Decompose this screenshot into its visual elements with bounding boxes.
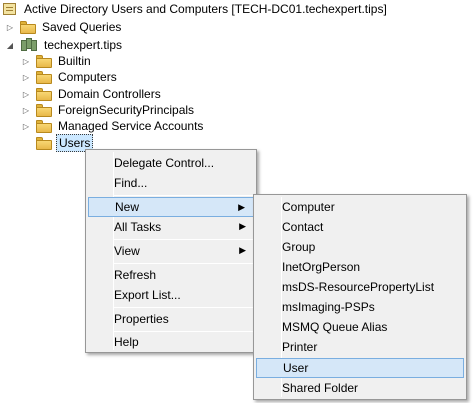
menu-separator (114, 239, 254, 240)
menu-item-msmq-queue-alias[interactable]: MSMQ Queue Alias (256, 317, 464, 337)
tree-item-label: Saved Queries (42, 20, 122, 34)
tree-item-label: Domain Controllers (58, 87, 161, 101)
expand-arrow-icon[interactable]: ▷ (6, 22, 14, 32)
expand-arrow-icon[interactable]: ▷ (22, 121, 30, 131)
aduc-icon (2, 2, 18, 16)
menu-item-computer[interactable]: Computer (256, 197, 464, 217)
menu-item-help[interactable]: Help (88, 332, 254, 352)
tree-item-label: Builtin (58, 54, 91, 68)
tree-item-label: Computers (58, 70, 117, 84)
chevron-right-icon: ▶ (239, 221, 246, 231)
expand-arrow-icon[interactable]: ▷ (22, 72, 30, 82)
folder-icon (36, 103, 52, 117)
menu-separator (114, 263, 254, 264)
menu-item-contact[interactable]: Contact (256, 217, 464, 237)
menu-item-new[interactable]: New ▶ (88, 197, 254, 217)
menu-item-shared-folder[interactable]: Shared Folder (256, 378, 464, 398)
menu-item-inetorgperson[interactable]: InetOrgPerson (256, 257, 464, 277)
folder-icon (36, 87, 52, 101)
menu-item-export-list[interactable]: Export List... (88, 285, 254, 305)
menu-item-label: All Tasks (114, 220, 162, 234)
menu-item-find[interactable]: Find... (88, 173, 254, 193)
tree-item-label: Managed Service Accounts (58, 119, 204, 133)
tree-item-managed-service-accounts[interactable]: ▷ Managed Service Accounts (22, 117, 205, 135)
expand-arrow-icon[interactable]: ▷ (22, 89, 30, 99)
menu-item-msds-resourcepropertylist[interactable]: msDS-ResourcePropertyList (256, 277, 464, 297)
menu-item-msimaging-psps[interactable]: msImaging-PSPs (256, 297, 464, 317)
menu-item-label: New (115, 200, 140, 214)
context-menu: Delegate Control... Find... New ▶ All Ta… (85, 149, 257, 353)
menu-item-delegate-control[interactable]: Delegate Control... (88, 153, 254, 173)
tree-item-label: ForeignSecurityPrincipals (58, 103, 195, 117)
menu-item-printer[interactable]: Printer (256, 337, 464, 357)
domain-icon (20, 38, 38, 52)
expand-arrow-icon[interactable]: ▷ (22, 56, 30, 66)
expand-arrow-icon[interactable]: ▷ (22, 105, 30, 115)
tree-item-computers[interactable]: ▷ Computers (22, 68, 119, 86)
folder-icon (36, 119, 52, 133)
menu-item-all-tasks[interactable]: All Tasks ▶ (88, 217, 254, 237)
tree-root[interactable]: Active Directory Users and Computers [TE… (2, 0, 389, 18)
tree-root-label: Active Directory Users and Computers [TE… (24, 2, 387, 16)
chevron-right-icon: ▶ (238, 202, 245, 212)
tree-item-label: techexpert.tips (44, 38, 123, 52)
menu-separator (114, 195, 254, 196)
menu-item-label: View (114, 244, 140, 258)
collapse-arrow-icon[interactable]: ◢ (6, 40, 14, 50)
menu-item-view[interactable]: View ▶ (88, 241, 254, 261)
folder-icon (20, 20, 36, 34)
tree-item-saved-queries[interactable]: ▷ Saved Queries (6, 18, 123, 36)
menu-item-properties[interactable]: Properties (88, 309, 254, 329)
new-submenu: Computer Contact Group InetOrgPerson msD… (253, 194, 467, 400)
menu-item-user[interactable]: User (256, 358, 464, 378)
folder-icon (36, 136, 52, 150)
folder-icon (36, 54, 52, 68)
menu-separator (114, 307, 254, 308)
menu-item-group[interactable]: Group (256, 237, 464, 257)
folder-icon (36, 70, 52, 84)
menu-item-refresh[interactable]: Refresh (88, 265, 254, 285)
chevron-right-icon: ▶ (239, 245, 246, 255)
